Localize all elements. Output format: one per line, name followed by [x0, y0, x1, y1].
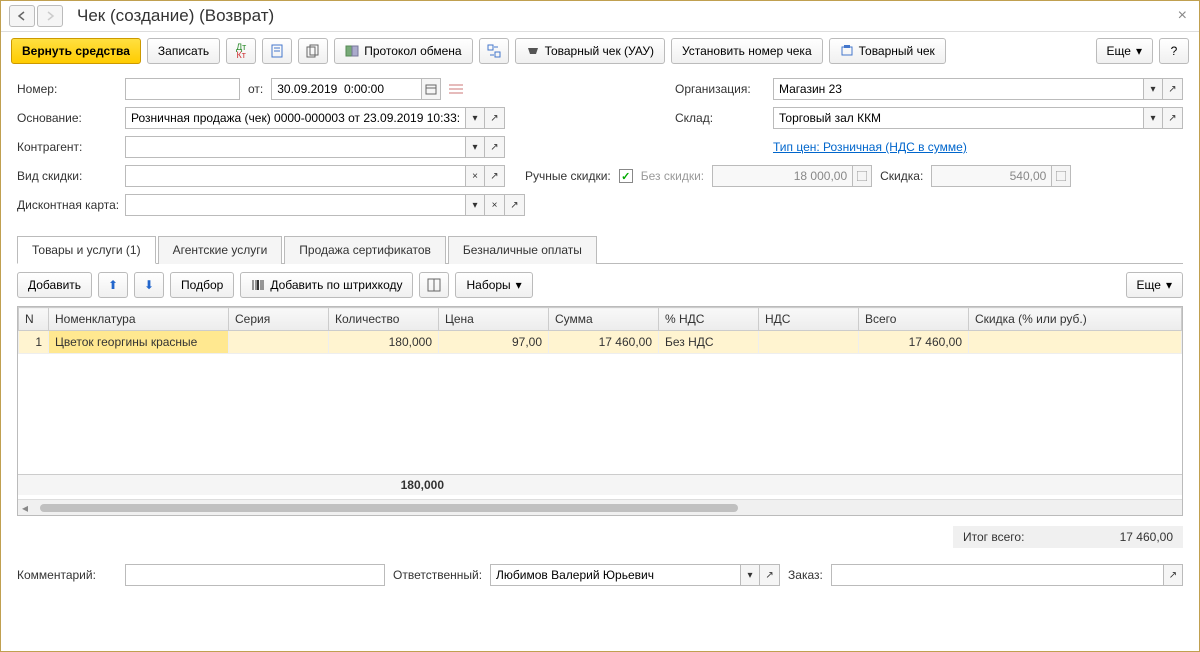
clear-icon[interactable]: × — [465, 165, 485, 187]
counterparty-label: Контрагент: — [17, 140, 117, 154]
warehouse-label: Склад: — [675, 111, 765, 125]
col-qty[interactable]: Количество — [329, 308, 439, 331]
discount-card-label: Дисконтная карта: — [17, 198, 117, 212]
dropdown-icon[interactable]: ▾ — [1143, 78, 1163, 100]
write-button[interactable]: Записать — [147, 38, 220, 64]
tab-cashless[interactable]: Безналичные оплаты — [448, 236, 597, 264]
counterparty-input[interactable] — [125, 136, 465, 158]
total-box: Итог всего: 17 460,00 — [953, 526, 1183, 548]
receipt-button[interactable]: Товарный чек — [829, 38, 946, 64]
basis-input[interactable] — [125, 107, 465, 129]
col-vat-pct[interactable]: % НДС — [659, 308, 759, 331]
col-series[interactable]: Серия — [229, 308, 329, 331]
list-icon[interactable] — [449, 83, 463, 95]
col-name[interactable]: Номенклатура — [49, 308, 229, 331]
h-scrollbar[interactable]: ◂ — [18, 499, 1182, 515]
table-more-button[interactable]: Еще ▾ — [1126, 272, 1183, 298]
col-discount[interactable]: Скидка (% или руб.) — [969, 308, 1182, 331]
dt-kt-icon[interactable]: ДтКт — [226, 38, 256, 64]
set-number-button[interactable]: Установить номер чека — [671, 38, 823, 64]
dropdown-icon[interactable]: ▾ — [465, 107, 485, 129]
open-icon[interactable]: ↗ — [1163, 107, 1183, 129]
discount-label: Скидка: — [880, 169, 923, 183]
open-icon[interactable]: ↗ — [485, 107, 505, 129]
open-icon[interactable]: ↗ — [1163, 564, 1183, 586]
chevron-down-icon: ▾ — [516, 278, 522, 292]
col-total[interactable]: Всего — [859, 308, 969, 331]
calc-icon[interactable] — [852, 165, 872, 187]
org-input[interactable] — [773, 78, 1143, 100]
window-title: Чек (создание) (Возврат) — [77, 6, 1174, 26]
discount-card-input[interactable] — [125, 194, 465, 216]
open-icon[interactable]: ↗ — [485, 136, 505, 158]
swap-icon[interactable] — [479, 38, 509, 64]
nav-back-button[interactable] — [9, 5, 35, 27]
dropdown-icon[interactable]: ▾ — [465, 194, 485, 216]
col-sum[interactable]: Сумма — [549, 308, 659, 331]
discount-type-label: Вид скидки: — [17, 169, 117, 183]
open-icon[interactable]: ↗ — [505, 194, 525, 216]
document-icon[interactable] — [262, 38, 292, 64]
refund-button[interactable]: Вернуть средства — [11, 38, 141, 64]
col-vat[interactable]: НДС — [759, 308, 859, 331]
col-price[interactable]: Цена — [439, 308, 549, 331]
calendar-icon[interactable] — [421, 78, 441, 100]
move-down-button[interactable]: ⬇ — [134, 272, 164, 298]
comment-input[interactable] — [125, 564, 385, 586]
tab-certificates[interactable]: Продажа сертификатов — [284, 236, 446, 264]
basis-label: Основание: — [17, 111, 117, 125]
discount-input — [931, 165, 1051, 187]
chevron-down-icon: ▾ — [1166, 278, 1172, 292]
manual-discounts-label: Ручные скидки: — [525, 169, 611, 183]
dropdown-icon[interactable]: ▾ — [740, 564, 760, 586]
footer-qty: 180,000 — [334, 478, 444, 492]
dropdown-icon[interactable]: ▾ — [465, 136, 485, 158]
move-up-button[interactable]: ⬆ — [98, 272, 128, 298]
exchange-protocol-button[interactable]: Протокол обмена — [334, 38, 472, 64]
base-sum-input — [712, 165, 852, 187]
manual-discounts-checkbox[interactable]: ✓ — [619, 169, 633, 183]
more-button[interactable]: Еще ▾ — [1096, 38, 1153, 64]
price-type-link[interactable]: Тип цен: Розничная (НДС в сумме) — [773, 140, 967, 154]
number-label: Номер: — [17, 82, 117, 96]
pick-button[interactable]: Подбор — [170, 272, 234, 298]
clear-icon[interactable]: × — [485, 194, 505, 216]
org-label: Организация: — [675, 82, 765, 96]
number-input[interactable] — [125, 78, 240, 100]
nav-forward-button[interactable] — [37, 5, 63, 27]
tab-goods[interactable]: Товары и услуги (1) — [17, 236, 156, 264]
from-label: от: — [248, 82, 263, 96]
discount-type-input[interactable] — [125, 165, 465, 187]
help-button[interactable]: ? — [1159, 38, 1189, 64]
add-barcode-button[interactable]: Добавить по штрихкоду — [240, 272, 413, 298]
open-icon[interactable]: ↗ — [760, 564, 780, 586]
add-button[interactable]: Добавить — [17, 272, 92, 298]
order-label: Заказ: — [788, 568, 823, 582]
receipt-uau-button[interactable]: Товарный чек (УАУ) — [515, 38, 665, 64]
warehouse-input[interactable] — [773, 107, 1143, 129]
order-input[interactable] — [831, 564, 1163, 586]
chevron-down-icon: ▾ — [1136, 44, 1142, 58]
no-discount-label: Без скидки: — [641, 169, 704, 183]
copy-icon[interactable] — [298, 38, 328, 64]
open-icon[interactable]: ↗ — [1163, 78, 1183, 100]
col-n[interactable]: N — [19, 308, 49, 331]
sets-button[interactable]: Наборы ▾ — [455, 272, 532, 298]
responsible-label: Ответственный: — [393, 568, 482, 582]
responsible-input[interactable] — [490, 564, 740, 586]
columns-icon[interactable] — [419, 272, 449, 298]
tab-agent[interactable]: Агентские услуги — [158, 236, 283, 264]
comment-label: Комментарий: — [17, 568, 117, 582]
close-icon[interactable]: × — [1174, 7, 1191, 25]
table-row[interactable]: 1 Цветок георгины красные 180,000 97,00 … — [19, 331, 1182, 354]
calc-icon[interactable] — [1051, 165, 1071, 187]
date-input[interactable] — [271, 78, 421, 100]
dropdown-icon[interactable]: ▾ — [1143, 107, 1163, 129]
open-icon[interactable]: ↗ — [485, 165, 505, 187]
